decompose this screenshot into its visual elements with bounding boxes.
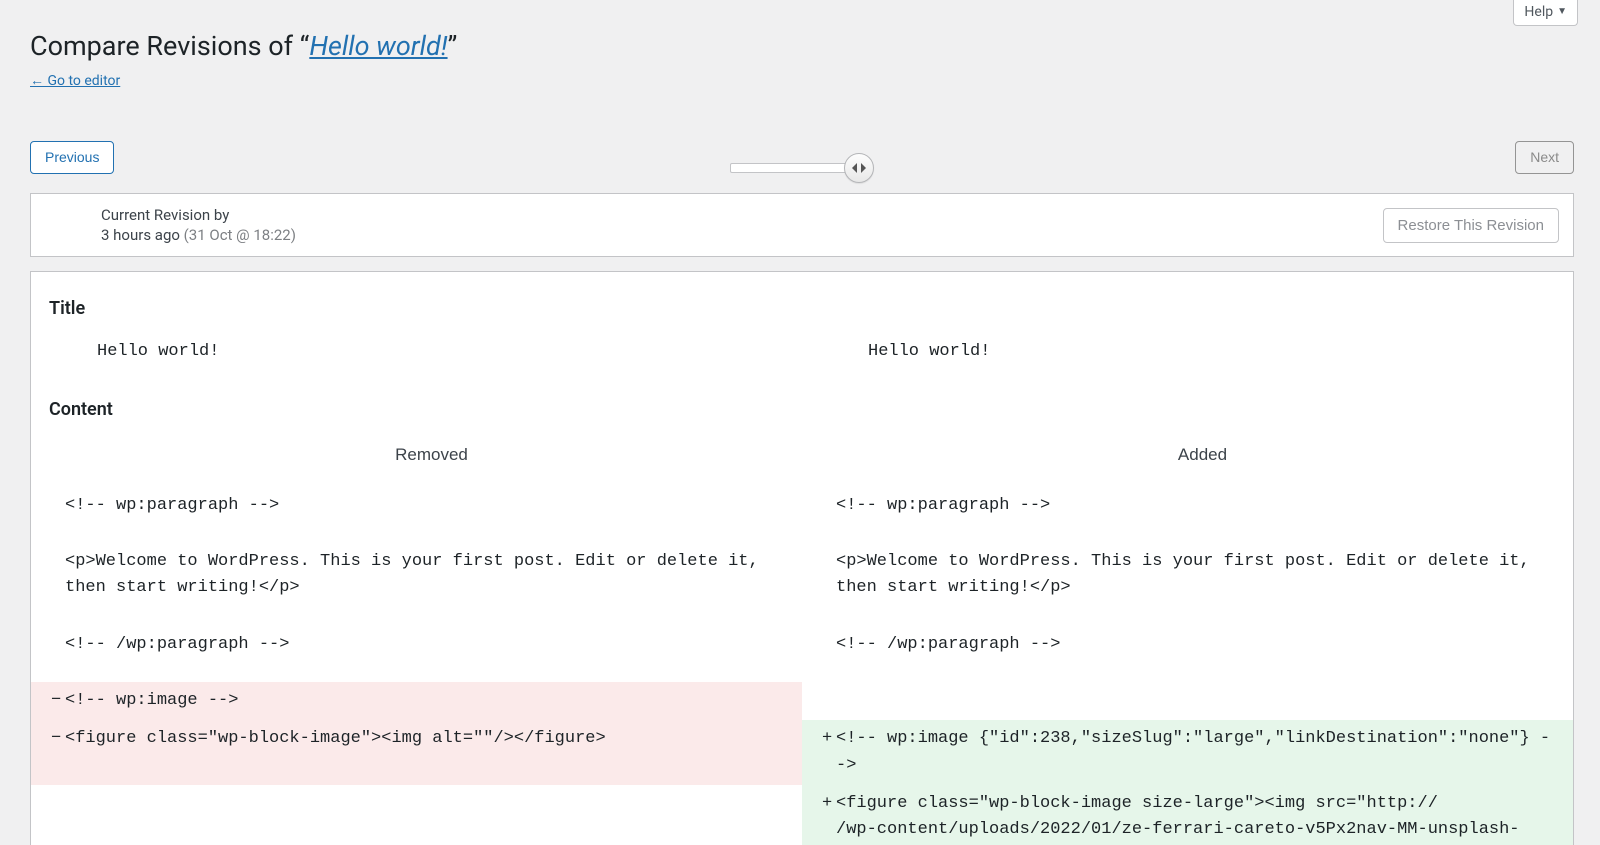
diff-text-left: <!-- wp:paragraph -->	[61, 487, 802, 525]
diff-marker-left	[31, 626, 61, 664]
diff-row: <!-- wp:paragraph --> <!-- wp:paragraph -…	[31, 487, 1573, 525]
diff-text-right: <!-- /wp:paragraph -->	[832, 626, 1573, 664]
diff-text-left: <!-- /wp:paragraph -->	[61, 626, 802, 664]
help-button[interactable]: Help ▼	[1513, 0, 1578, 26]
diff-marker-right	[802, 626, 832, 664]
diff-text-right: <figure class="wp-block-image size-large…	[832, 785, 1573, 845]
help-label: Help	[1524, 4, 1553, 20]
revisions-controls: Previous Next	[30, 141, 1574, 181]
diff-text-left: <p>Welcome to WordPress. This is your fi…	[61, 543, 802, 608]
page-title-prefix: Compare Revisions of	[30, 30, 300, 62]
post-title-link[interactable]: Hello world!	[309, 30, 447, 62]
removed-column-header: Removed	[61, 434, 802, 486]
diff-marker-right: +	[802, 785, 832, 845]
content-diff-table: Removed Added <!-- wp:paragraph --><!-- …	[31, 434, 1573, 845]
slider-handle-icon[interactable]	[844, 153, 874, 183]
diff-marker-left	[31, 487, 61, 525]
title-old: Hello world!	[61, 333, 802, 371]
diff-text-right: <!-- wp:paragraph -->	[832, 487, 1573, 525]
diff-text-left: <!-- wp:image -->	[61, 682, 802, 720]
diff-marker-right	[802, 682, 832, 720]
revision-time: 3 hours ago (31 Oct @ 18:22)	[101, 226, 296, 244]
diff-marker-left	[31, 543, 61, 608]
slider-track[interactable]	[730, 163, 850, 173]
diff-card: Title Hello world! Hello world! Content …	[30, 271, 1574, 845]
title-new: Hello world!	[832, 333, 1573, 371]
diff-marker-right	[802, 487, 832, 525]
title-diff-table: Hello world! Hello world!	[31, 333, 1573, 371]
diff-text-right: <p>Welcome to WordPress. This is your fi…	[832, 543, 1573, 608]
revision-meta: Current Revision by 3 hours ago (31 Oct …	[30, 193, 1574, 257]
added-column-header: Added	[832, 434, 1573, 486]
page-title: Compare Revisions of “Hello world!”	[30, 10, 1574, 66]
diff-marker-left: −	[31, 682, 61, 720]
diff-row: +<figure class="wp-block-image size-larg…	[31, 785, 1573, 845]
diff-marker-left: −	[31, 720, 61, 785]
diff-row: −<!-- wp:image -->	[31, 682, 1573, 720]
diff-text-right	[832, 682, 1573, 720]
diff-marker-right: +	[802, 720, 832, 785]
diff-text-left	[61, 785, 802, 845]
back-to-editor-link[interactable]: ← Go to editor	[30, 72, 120, 89]
diff-text-right: <!-- wp:image {"id":238,"sizeSlug":"larg…	[832, 720, 1573, 785]
diff-section-title: Title	[31, 290, 1573, 333]
revision-author-label: Current Revision by	[101, 206, 296, 224]
diff-marker-left	[31, 785, 61, 845]
next-button: Next	[1515, 141, 1574, 174]
diff-row: −<figure class="wp-block-image"><img alt…	[31, 720, 1573, 785]
previous-button[interactable]: Previous	[30, 141, 114, 174]
diff-section-content: Content	[31, 371, 1573, 434]
restore-revision-button: Restore This Revision	[1383, 208, 1559, 243]
diff-text-left: <figure class="wp-block-image"><img alt=…	[61, 720, 802, 785]
diff-row: <p>Welcome to WordPress. This is your fi…	[31, 543, 1573, 608]
revision-slider[interactable]	[730, 153, 874, 183]
chevron-down-icon: ▼	[1557, 7, 1567, 17]
diff-row: <!-- /wp:paragraph --> <!-- /wp:paragraph…	[31, 626, 1573, 664]
diff-marker-right	[802, 543, 832, 608]
